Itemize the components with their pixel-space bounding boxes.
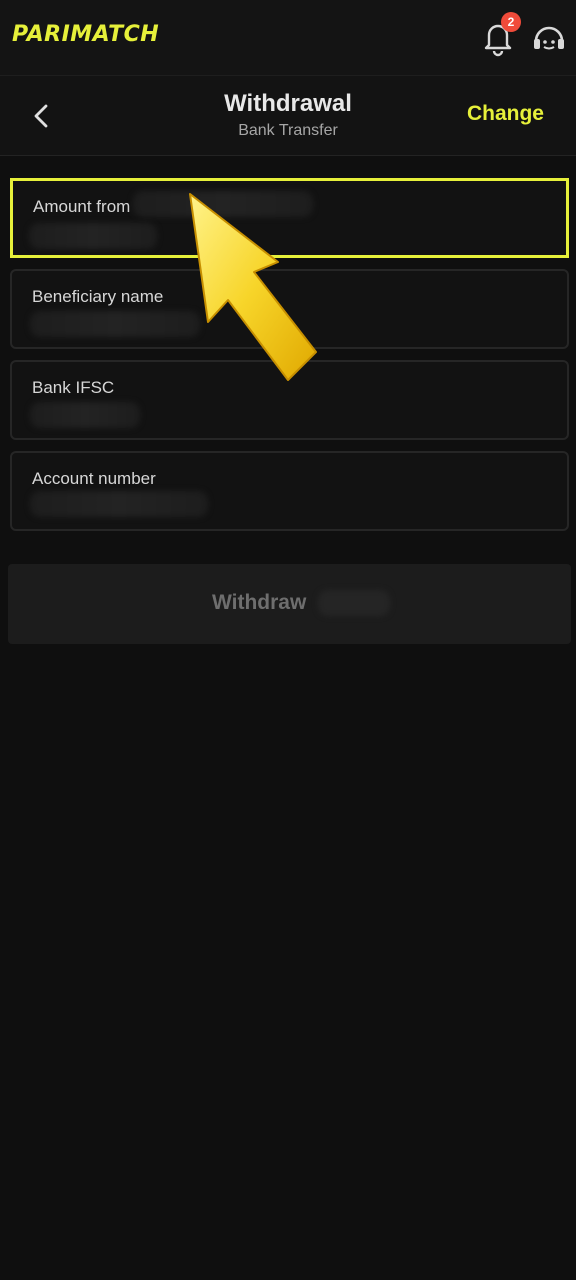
withdraw-button[interactable]: Withdraw xyxy=(8,564,571,644)
notification-badge[interactable]: 2 xyxy=(501,12,521,32)
withdraw-amount-redacted xyxy=(318,590,390,616)
beneficiary-name-value-redacted xyxy=(30,311,200,337)
account-number-value-redacted xyxy=(30,491,208,517)
amount-limits-redacted xyxy=(133,191,313,217)
withdraw-button-label: Withdraw xyxy=(212,591,307,614)
amount-field[interactable]: Amount from xyxy=(10,178,569,258)
support-headset-icon[interactable] xyxy=(530,20,568,58)
account-number-label: Account number xyxy=(32,469,156,488)
beneficiary-name-field[interactable]: Beneficiary name xyxy=(10,269,569,349)
bank-ifsc-value-redacted xyxy=(30,402,140,428)
beneficiary-name-label: Beneficiary name xyxy=(32,287,164,306)
bank-ifsc-field[interactable]: Bank IFSC xyxy=(10,360,569,440)
bank-ifsc-label: Bank IFSC xyxy=(32,378,115,397)
page-header: Withdrawal Bank Transfer Change xyxy=(0,76,576,156)
amount-field-label: Amount from xyxy=(33,197,131,216)
top-bar: PARIMATCH 2 xyxy=(0,0,576,76)
account-number-field[interactable]: Account number xyxy=(10,451,569,531)
brand-logo[interactable]: PARIMATCH xyxy=(12,22,159,47)
change-method-button[interactable]: Change xyxy=(467,102,544,126)
amount-value-redacted xyxy=(29,223,157,249)
